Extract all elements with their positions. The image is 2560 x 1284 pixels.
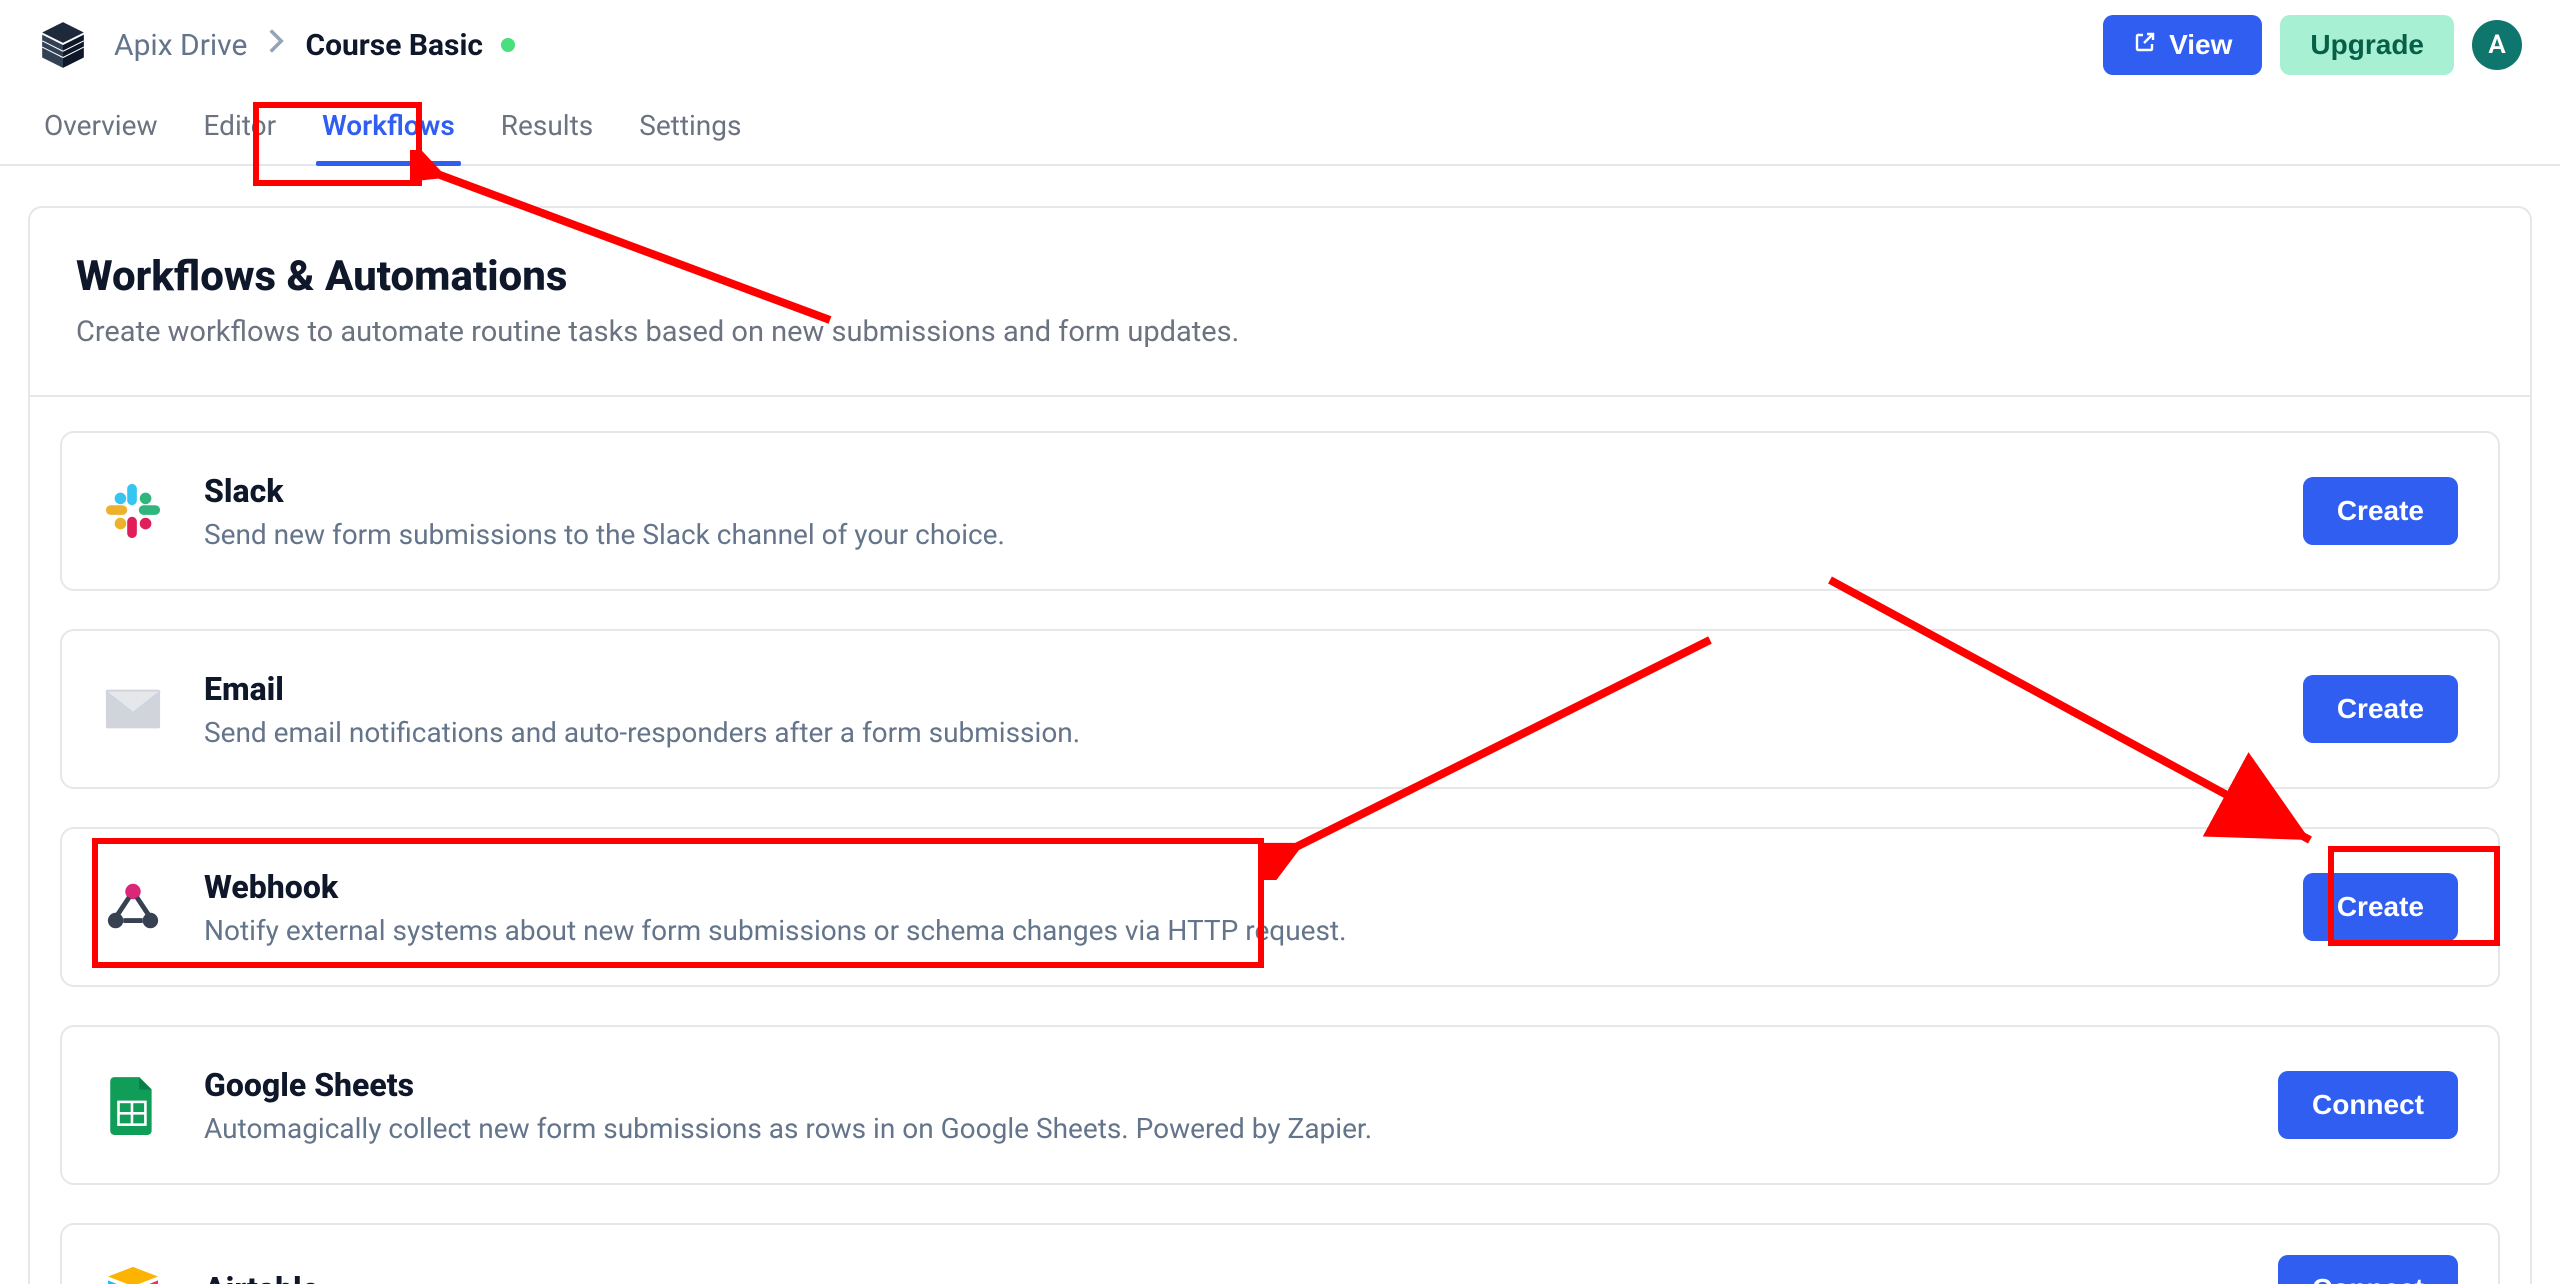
status-dot-icon: [501, 38, 515, 52]
avatar-letter: A: [2488, 30, 2505, 60]
page-title: Workflows & Automations: [76, 252, 2484, 301]
workflow-card-slack: Slack Send new form submissions to the S…: [60, 431, 2500, 591]
button-label: Connect: [2312, 1089, 2424, 1121]
breadcrumb-current[interactable]: Course Basic: [305, 28, 483, 63]
create-webhook-button[interactable]: Create: [2303, 873, 2458, 941]
page-subtitle: Create workflows to automate routine tas…: [76, 315, 2484, 349]
divider: [30, 395, 2530, 397]
slack-icon: [102, 480, 164, 542]
workflow-desc: Notify external systems about new form s…: [204, 914, 2263, 947]
workflow-desc: Automagically collect new form submissio…: [204, 1112, 2238, 1145]
connect-airtable-button[interactable]: Connect: [2278, 1255, 2458, 1284]
workflow-card-airtable: Airtable Connect: [60, 1223, 2500, 1284]
app-logo-icon: [38, 20, 88, 70]
tab-nav: Overview Editor Workflows Results Settin…: [0, 90, 2560, 166]
top-bar: Apix Drive Course Basic View Upgrade A: [0, 0, 2560, 90]
tab-results[interactable]: Results: [495, 91, 599, 164]
workflow-title: Airtable: [204, 1270, 2238, 1284]
upgrade-button-label: Upgrade: [2310, 29, 2424, 61]
workflow-title: Webhook: [204, 868, 2263, 906]
workflow-title: Google Sheets: [204, 1066, 2238, 1104]
button-label: Create: [2337, 495, 2424, 527]
workflow-desc: Send email notifications and auto-respon…: [204, 716, 2263, 749]
upgrade-button[interactable]: Upgrade: [2280, 15, 2454, 75]
tab-editor[interactable]: Editor: [198, 91, 283, 164]
external-link-icon: [2133, 29, 2157, 61]
tab-workflows[interactable]: Workflows: [316, 91, 461, 164]
google-sheets-icon: [102, 1074, 164, 1136]
button-label: Connect: [2312, 1273, 2424, 1284]
button-label: Create: [2337, 891, 2424, 923]
chevron-right-icon: [267, 27, 285, 63]
workflow-card-gsheets: Google Sheets Automagically collect new …: [60, 1025, 2500, 1185]
airtable-icon: [102, 1258, 164, 1284]
create-email-button[interactable]: Create: [2303, 675, 2458, 743]
breadcrumb-root[interactable]: Apix Drive: [114, 28, 247, 63]
view-button-label: View: [2169, 29, 2232, 61]
workflow-card-webhook: Webhook Notify external systems about ne…: [60, 827, 2500, 987]
tab-settings[interactable]: Settings: [633, 91, 747, 164]
avatar[interactable]: A: [2472, 20, 2522, 70]
tab-overview[interactable]: Overview: [38, 91, 164, 164]
workflow-card-list: Slack Send new form submissions to the S…: [30, 431, 2530, 1284]
view-button[interactable]: View: [2103, 15, 2262, 75]
email-icon: [102, 678, 164, 740]
workflow-title: Slack: [204, 472, 2263, 510]
workflow-card-email: Email Send email notifications and auto-…: [60, 629, 2500, 789]
webhook-icon: [102, 876, 164, 938]
workflow-title: Email: [204, 670, 2263, 708]
breadcrumb: Apix Drive Course Basic: [114, 27, 515, 63]
workflows-panel: Workflows & Automations Create workflows…: [28, 206, 2532, 1284]
workflow-desc: Send new form submissions to the Slack c…: [204, 518, 2263, 551]
connect-gsheets-button[interactable]: Connect: [2278, 1071, 2458, 1139]
button-label: Create: [2337, 693, 2424, 725]
create-slack-button[interactable]: Create: [2303, 477, 2458, 545]
